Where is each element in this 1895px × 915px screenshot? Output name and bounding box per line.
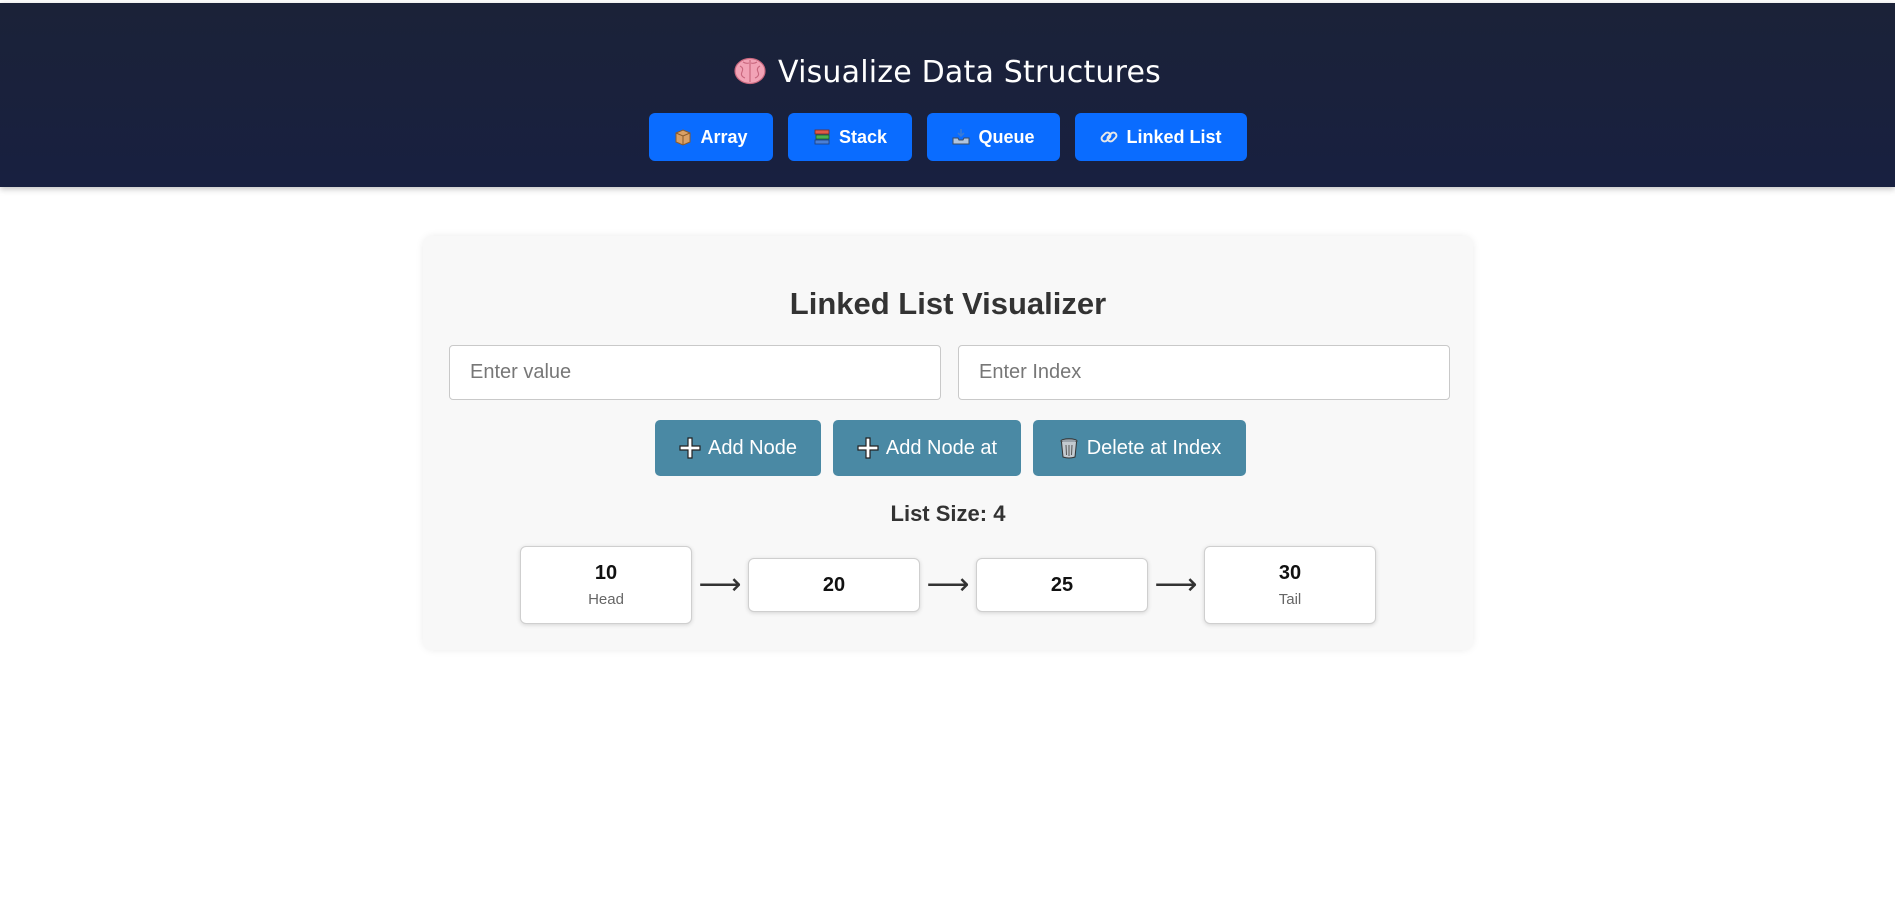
list-node-tail: 30 Tail — [1204, 546, 1376, 624]
add-node-label: Add Node — [708, 436, 797, 459]
list-node: 25 — [976, 558, 1148, 612]
list-size: List Size: 4 — [423, 501, 1473, 527]
action-buttons: Add Node Add Node at Delete at Index — [423, 420, 1473, 476]
nav-linked-list-label: Linked List — [1126, 126, 1222, 147]
next-arrow: ⟶ — [1154, 567, 1198, 602]
books-icon — [814, 129, 830, 145]
site-header: Visualize Data Structures Array Stack Qu… — [0, 3, 1895, 187]
index-input[interactable] — [958, 345, 1450, 400]
node-value: 20 — [822, 573, 846, 596]
list-size-label: List Size: — [890, 501, 988, 526]
link-icon — [1101, 131, 1118, 143]
add-node-at-label: Add Node at — [885, 436, 998, 459]
plus-icon — [857, 437, 879, 459]
node-label: Tail — [1278, 591, 1302, 608]
delete-at-index-label: Delete at Index — [1086, 436, 1222, 459]
nav-linked-list-button[interactable]: Linked List — [1074, 113, 1247, 161]
value-input[interactable] — [449, 345, 941, 400]
visualizer-title: Linked List Visualizer — [789, 286, 1107, 321]
add-node-button[interactable]: Add Node — [654, 420, 821, 476]
next-arrow: ⟶ — [926, 567, 970, 602]
package-icon — [675, 129, 691, 146]
list-node-head: 10 Head — [520, 546, 692, 624]
nav-array-label: Array — [700, 126, 748, 147]
linked-list-nodes: 10 Head ⟶ 20 ⟶ 25 ⟶ 30 Tail — [423, 546, 1473, 624]
node-value: 25 — [1050, 573, 1074, 596]
inbox-tray-icon — [952, 129, 970, 145]
plus-icon — [679, 437, 701, 459]
next-arrow: ⟶ — [698, 567, 742, 602]
nav-stack-label: Stack — [838, 126, 888, 147]
site-title-text: Visualize Data Structures — [778, 55, 1161, 90]
main-nav: Array Stack Queue Linked List — [0, 113, 1895, 161]
nav-queue-button[interactable]: Queue — [926, 113, 1060, 161]
list-node: 20 — [748, 558, 920, 612]
add-node-at-button[interactable]: Add Node at — [832, 420, 1021, 476]
visualizer-card: Linked List Visualizer Add Node Add Node… — [423, 236, 1473, 650]
brain-icon — [734, 57, 766, 85]
site-title: Visualize Data Structures — [0, 55, 1895, 90]
trash-icon — [1060, 438, 1078, 459]
nav-queue-label: Queue — [978, 126, 1035, 147]
nav-stack-button[interactable]: Stack — [787, 113, 912, 161]
delete-at-index-button[interactable]: Delete at Index — [1032, 420, 1246, 476]
list-size-value: 4 — [993, 501, 1006, 526]
nav-array-button[interactable]: Array — [648, 113, 773, 161]
node-label: Head — [588, 591, 624, 608]
node-value: 30 — [1278, 562, 1302, 584]
node-value: 10 — [594, 562, 618, 584]
